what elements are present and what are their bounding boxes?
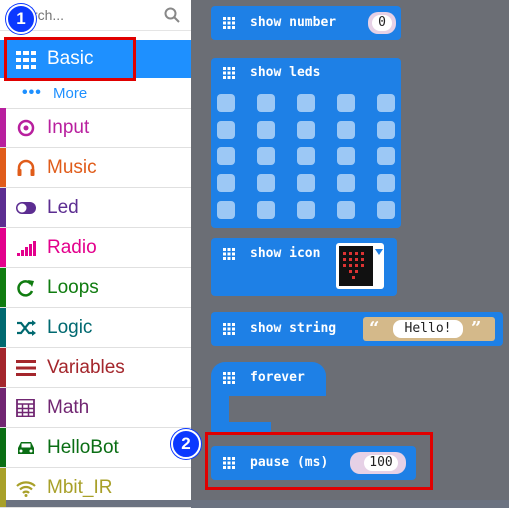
block-label: show icon [250, 246, 321, 261]
grid-icon [223, 248, 235, 260]
block-label: show string [250, 321, 337, 336]
icon-dropdown[interactable] [336, 243, 384, 289]
category-label: Loops [47, 277, 99, 298]
led-cell[interactable] [337, 94, 355, 112]
category-label: HelloBot [47, 437, 119, 458]
led-cell[interactable] [377, 94, 395, 112]
list-icon [16, 360, 36, 376]
led-cell[interactable] [217, 174, 235, 192]
category-label: Led [47, 197, 79, 218]
category-hellobot[interactable]: HelloBot [0, 428, 191, 468]
category-radio[interactable]: Radio [0, 228, 191, 268]
category-math[interactable]: Math [0, 388, 191, 428]
led-cell[interactable] [297, 147, 315, 165]
led-cell[interactable] [217, 94, 235, 112]
led-cell[interactable] [297, 201, 315, 219]
signal-icon [17, 241, 36, 256]
grid-icon [223, 323, 235, 335]
led-cell[interactable] [297, 121, 315, 139]
step-badge-2: 2 [171, 429, 201, 459]
step-badge-1: 1 [6, 4, 36, 34]
chevron-down-icon [375, 249, 383, 255]
show-number-block[interactable]: show number 0 [211, 6, 401, 40]
forever-header[interactable]: forever [211, 362, 326, 396]
led-cell[interactable] [377, 121, 395, 139]
led-cell[interactable] [257, 121, 275, 139]
category-more[interactable]: ••• More [0, 78, 191, 109]
category-mbit-ir[interactable]: Mbit_IR [0, 468, 191, 508]
heart-pattern-icon [343, 252, 364, 279]
calculator-icon [16, 399, 35, 417]
show-icon-block[interactable]: show icon [211, 238, 397, 296]
led-cell[interactable] [217, 121, 235, 139]
grid-icon [223, 17, 235, 29]
led-cell[interactable] [377, 147, 395, 165]
search-icon[interactable] [163, 6, 181, 24]
string-input[interactable]: Hello! [393, 320, 463, 338]
category-led[interactable]: Led [0, 188, 191, 228]
led-cell[interactable] [377, 174, 395, 192]
open-quote-icon: “ [369, 318, 380, 339]
category-input[interactable]: Input [0, 108, 191, 148]
category-label: Input [47, 117, 90, 138]
category-label: Mbit_IR [47, 477, 113, 498]
led-cell[interactable] [297, 174, 315, 192]
category-label: Variables [47, 357, 125, 378]
string-slot: “ Hello! ” [363, 317, 495, 341]
led-cell[interactable] [257, 94, 275, 112]
more-label: More [53, 85, 88, 102]
show-leds-block[interactable]: show leds [211, 58, 401, 228]
highlight-pause [205, 432, 433, 490]
block-label: show leds [250, 65, 321, 80]
category-music[interactable]: Music [0, 148, 191, 188]
show-string-block[interactable]: show string “ Hello! ” [211, 312, 503, 346]
led-cell[interactable] [257, 174, 275, 192]
car-icon [18, 442, 34, 454]
toggle-icon [16, 202, 36, 214]
led-cell[interactable] [337, 201, 355, 219]
category-loops[interactable]: Loops [0, 268, 191, 308]
number-input[interactable]: 0 [372, 15, 392, 31]
category-variables[interactable]: Variables [0, 348, 191, 388]
shuffle-icon [17, 320, 36, 336]
category-label: Math [47, 397, 90, 418]
led-cell[interactable] [377, 201, 395, 219]
led-cell[interactable] [257, 147, 275, 165]
more-dots-icon: ••• [22, 84, 42, 101]
headphones-icon [17, 159, 35, 176]
icon-preview [339, 246, 373, 286]
refresh-icon [17, 280, 34, 297]
block-label: show number [250, 15, 337, 30]
forever-arm [211, 392, 229, 426]
category-label: Music [47, 157, 97, 178]
close-quote-icon: ” [471, 318, 482, 339]
block-label: forever [250, 370, 305, 385]
highlight-basic [4, 37, 136, 81]
number-slot: 0 [368, 12, 396, 34]
led-cell[interactable] [337, 147, 355, 165]
led-cell[interactable] [337, 174, 355, 192]
category-label: Radio [47, 237, 97, 258]
grid-icon [223, 67, 235, 79]
category-label: Logic [47, 317, 93, 338]
category-logic[interactable]: Logic [0, 308, 191, 348]
grid-icon [223, 372, 235, 384]
led-cell[interactable] [257, 201, 275, 219]
led-cell[interactable] [217, 201, 235, 219]
wifi-icon [16, 481, 36, 497]
led-cell[interactable] [217, 147, 235, 165]
led-cell[interactable] [297, 94, 315, 112]
led-cell[interactable] [337, 121, 355, 139]
target-icon [17, 119, 35, 137]
